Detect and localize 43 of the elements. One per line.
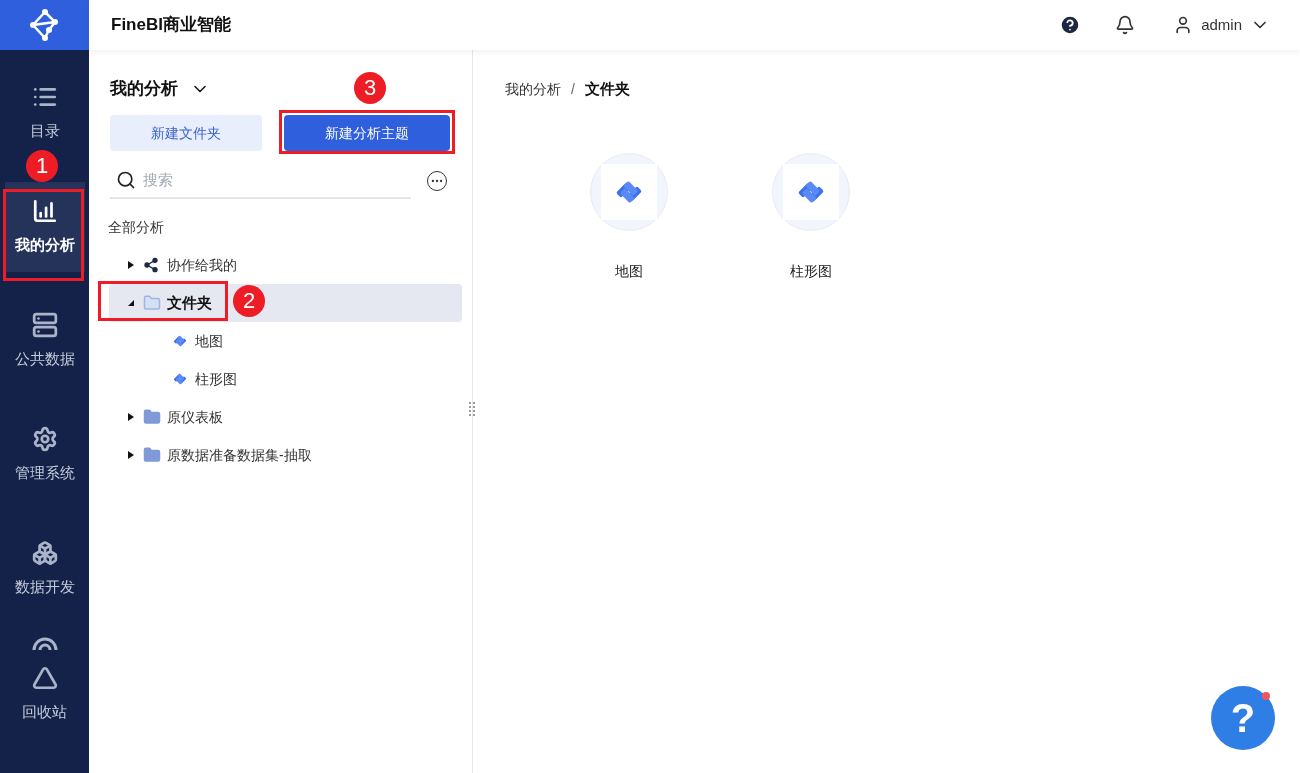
tree-item-label: 协作给我的 [167, 255, 237, 275]
resize-handle-icon[interactable] [469, 402, 475, 418]
nav-item[interactable]: 管理系统 [4, 410, 85, 500]
tree-item-label: 文件夹 [167, 292, 212, 313]
nav-icon [31, 664, 58, 691]
tree-item-label: 原数据准备数据集-抽取 [167, 445, 312, 465]
nav-icon [31, 539, 58, 566]
nav-item[interactable]: 公共数据 [4, 296, 85, 386]
tree-item[interactable]: 地图 [109, 322, 462, 360]
folder-icon [143, 446, 161, 464]
share-icon [143, 257, 159, 273]
breadcrumb-current: 文件夹 [584, 79, 630, 99]
breadcrumb-link[interactable]: 我的分析 [505, 78, 561, 100]
search-icon [116, 170, 136, 190]
notification-bell-icon[interactable] [1115, 15, 1136, 35]
tree-item-label: 地图 [195, 331, 223, 351]
analysis-card[interactable]: 柱形图 [731, 152, 891, 282]
tree-item-label: 原仪表板 [167, 407, 223, 427]
tree-item[interactable]: 柱形图 [109, 360, 462, 398]
folder-icon [143, 294, 161, 312]
signal-icon [31, 636, 58, 650]
folder-icon [143, 408, 161, 426]
nav-item[interactable]: 数据开发 [4, 524, 85, 614]
user-menu[interactable]: admin [1173, 13, 1270, 37]
floating-help-button[interactable]: ? [1211, 686, 1275, 750]
new-analysis-button[interactable]: 新建分析主题 [284, 115, 450, 151]
nav-item[interactable]: 回收站 [4, 654, 85, 734]
app-title: FineBI商业智能 [111, 14, 231, 37]
analysis-card[interactable]: 地图 [549, 152, 709, 282]
breadcrumb-separator: / [571, 79, 575, 99]
tree-item-label: 柱形图 [195, 369, 237, 389]
new-folder-button[interactable]: 新建文件夹 [110, 115, 262, 151]
tree-item[interactable]: 原仪表板 [109, 398, 462, 436]
tree-item[interactable]: 协作给我的 [109, 246, 462, 284]
nav-icon [31, 311, 58, 338]
search-field[interactable]: 搜索 [143, 168, 383, 192]
tree-root-label: 全部分析 [108, 218, 165, 237]
collapse-caret-icon[interactable] [127, 298, 137, 308]
nav-icon [31, 197, 58, 224]
help-icon[interactable] [1059, 14, 1082, 36]
nav-item[interactable]: 我的分析 [4, 182, 85, 272]
nav-icon [31, 425, 58, 452]
tree-item[interactable]: 原数据准备数据集-抽取 [109, 436, 462, 474]
